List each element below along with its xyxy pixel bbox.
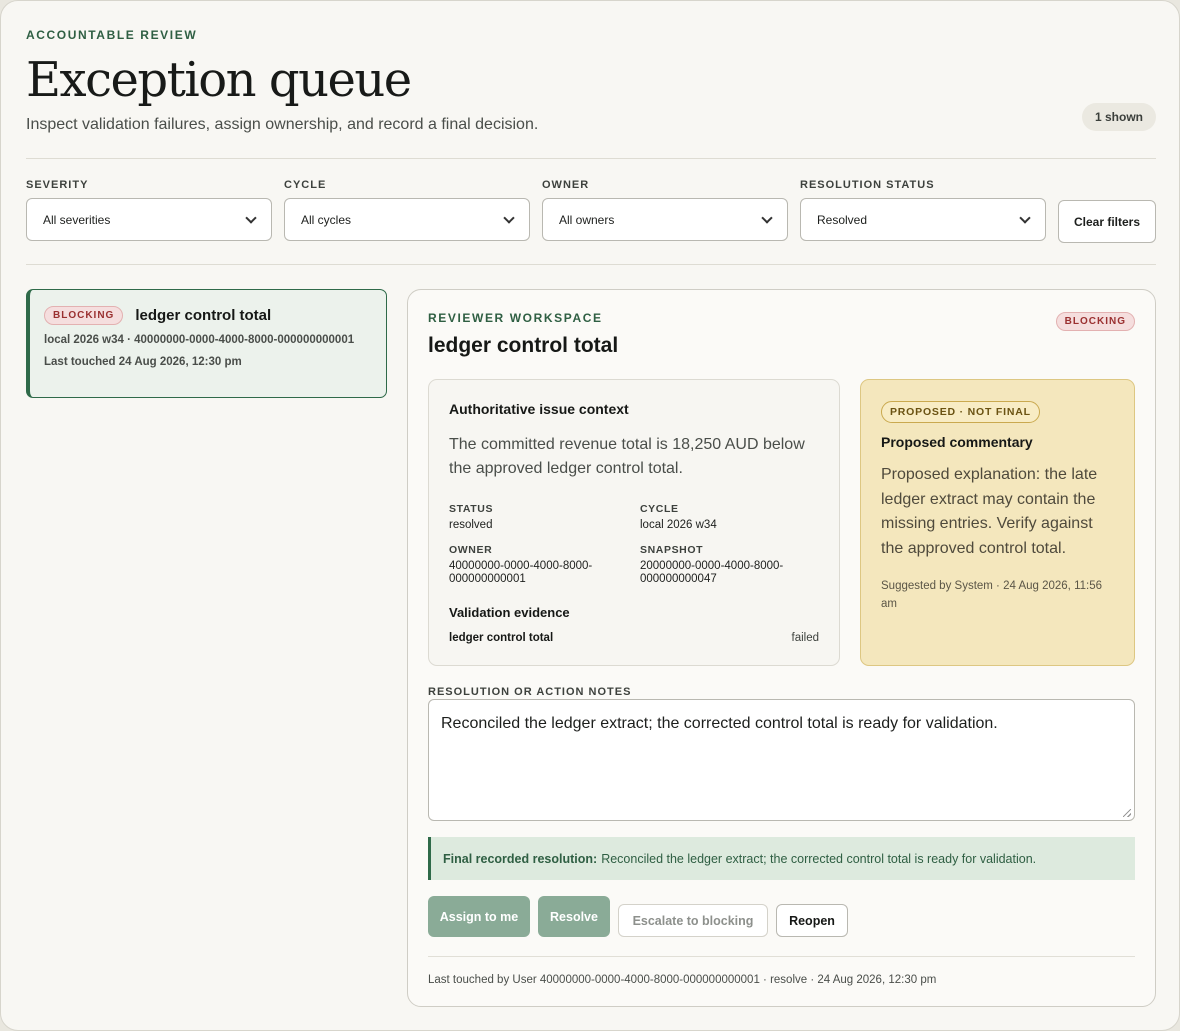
evidence-status: failed — [791, 632, 820, 644]
filter-divider — [26, 264, 1156, 265]
workspace-divider — [428, 956, 1135, 957]
owner-field: OWNER 40000000-0000-4000-8000-0000000000… — [449, 544, 629, 585]
assign-to-me-button[interactable]: Assign to me — [428, 896, 530, 937]
resolution-status-filter: RESOLUTION STATUS Resolved — [800, 179, 1046, 241]
final-resolution-banner: Final recorded resolution: Reconciled th… — [428, 837, 1135, 880]
queue-item-touched: Last touched 24 Aug 2026, 12:30 pm — [44, 356, 242, 368]
header-divider — [26, 158, 1156, 159]
resize-grip-icon[interactable] — [1123, 809, 1131, 817]
cycle-select-value: All cycles — [301, 212, 352, 227]
owner-label: OWNER — [449, 544, 493, 556]
snapshot-field: SNAPSHOT 20000000-0000-4000-8000-0000000… — [640, 544, 820, 585]
page-eyebrow: ACCOUNTABLE REVIEW — [26, 28, 198, 42]
context-fields: STATUS resolved CYCLE local 2026 w34 OWN… — [449, 503, 819, 603]
owner-value: 40000000-0000-4000-8000-000000000001 — [449, 560, 593, 585]
evidence-name: ledger control total — [449, 632, 554, 644]
cycle-filter-label: CYCLE — [284, 179, 327, 191]
severity-select-value: All severities — [43, 212, 111, 227]
page-title: Exception queue — [26, 52, 412, 108]
proposed-commentary-panel: PROPOSED · NOT FINAL Proposed commentary… — [860, 379, 1135, 666]
cycle-value: local 2026 w34 — [640, 519, 717, 531]
shown-count-badge: 1 shown — [1081, 103, 1156, 131]
snapshot-value: 20000000-0000-4000-8000-000000000047 — [640, 560, 784, 585]
notes-value: Reconciled the ledger extract; the corre… — [441, 715, 998, 732]
reviewer-workspace: REVIEWER WORKSPACE ledger control total … — [407, 289, 1156, 1007]
last-touched-footer: Last touched by User 40000000-0000-4000-… — [428, 974, 937, 986]
context-body: The committed revenue total is 18,250 AU… — [449, 436, 805, 477]
clear-filters-button[interactable]: Clear filters — [1058, 200, 1156, 243]
proposed-badge: PROPOSED · NOT FINAL — [881, 401, 1040, 423]
severity-select[interactable]: All severities — [26, 198, 272, 241]
final-resolution-label: Final recorded resolution: — [443, 851, 598, 866]
queue-item-header: BLOCKING ledger control total — [44, 306, 372, 325]
chevron-down-icon — [503, 211, 515, 224]
queue-item-title: ledger control total — [135, 307, 272, 324]
snapshot-label: SNAPSHOT — [640, 544, 704, 556]
context-heading: Authoritative issue context — [449, 401, 629, 417]
cycle-select[interactable]: All cycles — [284, 198, 530, 241]
workspace-severity: BLOCKING — [1055, 311, 1135, 331]
notes-label: RESOLUTION OR ACTION NOTES — [428, 686, 632, 698]
resolution-status-select-value: Resolved — [817, 212, 868, 227]
escalate-to-blocking-button[interactable]: Escalate to blocking — [618, 904, 768, 937]
owner-filter: OWNER All owners — [542, 179, 788, 241]
proposed-body: Proposed explanation: the late ledger ex… — [881, 466, 1098, 557]
owner-filter-label: OWNER — [542, 179, 590, 191]
workspace-eyebrow: REVIEWER WORKSPACE — [428, 311, 603, 325]
chevron-down-icon — [245, 211, 257, 224]
page-subtitle: Inspect validation failures, assign owne… — [26, 116, 539, 133]
severity-badge: BLOCKING — [44, 306, 124, 325]
severity-badge: BLOCKING — [1055, 312, 1135, 331]
resolve-button[interactable]: Resolve — [538, 896, 610, 937]
cycle-field: CYCLE local 2026 w34 — [640, 503, 820, 532]
cycle-label: CYCLE — [640, 503, 679, 515]
chevron-down-icon — [1019, 211, 1031, 224]
proposed-heading: Proposed commentary — [881, 434, 1033, 450]
resolution-status-select[interactable]: Resolved — [800, 198, 1046, 241]
app-window: ACCOUNTABLE REVIEW Exception queue Inspe… — [0, 0, 1180, 1031]
proposed-footer: Suggested by System · 24 Aug 2026, 11:56… — [881, 580, 1102, 610]
cycle-filter: CYCLE All cycles — [284, 179, 530, 241]
owner-select-value: All owners — [559, 212, 615, 227]
owner-select[interactable]: All owners — [542, 198, 788, 241]
evidence-heading: Validation evidence — [449, 605, 570, 620]
final-resolution-text: Reconciled the ledger extract; the corre… — [601, 851, 1037, 866]
chevron-down-icon — [761, 211, 773, 224]
evidence-row: ledger control total failed — [449, 632, 819, 644]
queue-item-meta: local 2026 w34 · 40000000-0000-4000-8000… — [44, 334, 355, 346]
queue-item[interactable]: BLOCKING ledger control total local 2026… — [26, 289, 387, 398]
workspace-title: ledger control total — [428, 334, 619, 357]
page-header: ACCOUNTABLE REVIEW Exception queue Inspe… — [26, 28, 1156, 134]
reopen-button[interactable]: Reopen — [776, 904, 848, 937]
resolution-status-filter-label: RESOLUTION STATUS — [800, 179, 935, 191]
severity-filter-label: SEVERITY — [26, 179, 89, 191]
severity-filter: SEVERITY All severities — [26, 179, 272, 241]
resolution-notes-textarea[interactable]: Reconciled the ledger extract; the corre… — [428, 699, 1135, 821]
issue-context-panel: Authoritative issue context The committe… — [428, 379, 840, 666]
status-field: STATUS resolved — [449, 503, 629, 532]
status-value: resolved — [449, 519, 493, 531]
filter-bar: SEVERITY All severities CYCLE All cycles… — [26, 179, 1156, 245]
status-label: STATUS — [449, 503, 494, 515]
